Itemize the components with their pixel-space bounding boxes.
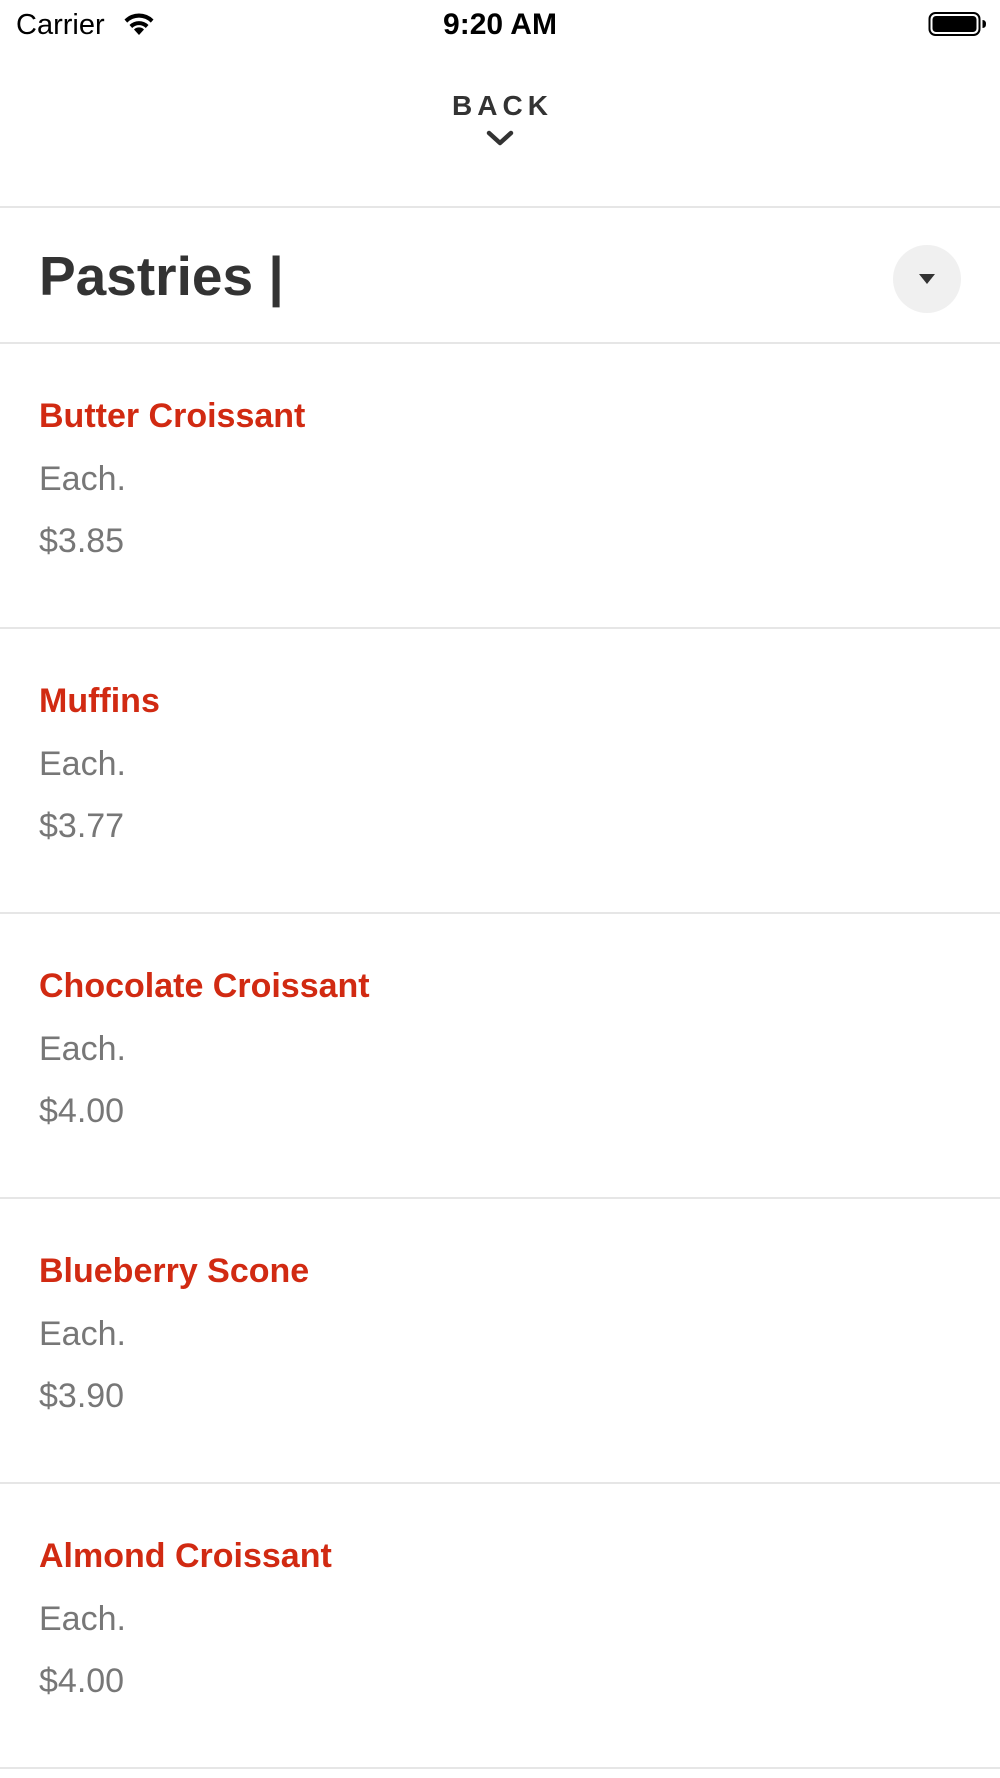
- menu-item-price: $3.85: [39, 522, 125, 560]
- back-label: BACK: [452, 90, 553, 121]
- menu-item[interactable]: Chocolate Croissant Each. $4.00: [0, 914, 1000, 1199]
- back-button[interactable]: BACK: [400, 90, 600, 170]
- status-time: 9:20 AM: [443, 8, 557, 41]
- menu-item-unit: Each.: [39, 460, 126, 498]
- menu-item-name: Almond Croissant: [39, 1537, 332, 1575]
- menu-item-unit: Each.: [39, 1600, 126, 1638]
- menu-item-price: $3.77: [39, 807, 125, 845]
- menu-item-price: $4.00: [39, 1662, 125, 1700]
- category-title: Pastries |: [39, 245, 284, 307]
- category-bar: Pastries |: [0, 208, 1000, 344]
- menu-item-name: Blueberry Scone: [39, 1252, 310, 1290]
- nav-header: BACK: [0, 50, 1000, 208]
- menu-item-price: $3.90: [39, 1377, 125, 1415]
- menu-item-unit: Each.: [39, 1315, 126, 1353]
- caret-down-icon: [919, 274, 935, 284]
- menu-item-unit: Each.: [39, 1030, 126, 1068]
- menu-item-unit: Each.: [39, 745, 126, 783]
- category-dropdown-button[interactable]: [893, 245, 961, 313]
- menu-item[interactable]: Muffins Each. $3.77: [0, 629, 1000, 914]
- chevron-down-icon: [486, 130, 514, 146]
- menu-item-list: Butter Croissant Each. $3.85 Muffins Eac…: [0, 344, 1000, 1769]
- menu-item[interactable]: Almond Croissant Each. $4.00: [0, 1484, 1000, 1769]
- menu-item[interactable]: Butter Croissant Each. $3.85: [0, 344, 1000, 629]
- menu-item-price: $4.00: [39, 1092, 125, 1130]
- menu-item-name: Chocolate Croissant: [39, 967, 370, 1005]
- battery-icon: [928, 12, 986, 36]
- menu-item-name: Butter Croissant: [39, 397, 306, 435]
- menu-item[interactable]: Blueberry Scone Each. $3.90: [0, 1199, 1000, 1484]
- menu-item-name: Muffins: [39, 682, 160, 720]
- status-bar: Carrier 9:20 AM: [0, 0, 1000, 50]
